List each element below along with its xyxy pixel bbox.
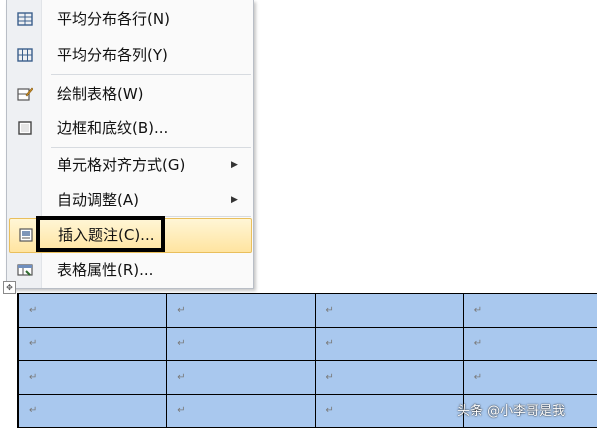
menu-item-autofit[interactable]: 自动调整(A) ▶ (7, 183, 253, 217)
menu-separator (51, 74, 251, 75)
table-cell[interactable]: ↵ (17, 326, 168, 361)
table-move-handle-icon[interactable]: ✥ (3, 281, 16, 294)
menu-item-table-properties[interactable]: 表格属性(R)... (7, 253, 253, 287)
submenu-arrow-icon: ▶ (231, 160, 238, 170)
menu-item-label: 绘制表格(W) (57, 85, 144, 103)
table-cell[interactable]: ↵ (314, 326, 464, 361)
table-cell[interactable]: ↵ (17, 393, 168, 428)
table-row: ↵ ↵ ↵ ↵ (17, 326, 597, 361)
table-cell[interactable]: ↵ (17, 293, 168, 328)
table-cell[interactable]: ↵ (462, 326, 597, 361)
table-cell[interactable]: ↵ (17, 360, 168, 395)
submenu-arrow-icon: ▶ (231, 195, 238, 205)
table-row: ↵ ↵ ↵ ↵ (17, 293, 597, 328)
table-cell[interactable]: ↵ (166, 360, 316, 395)
table-properties-icon (16, 261, 34, 279)
table-cell[interactable]: ↵ (462, 293, 597, 328)
menu-item-borders-shading[interactable]: 边框和底纹(B)... (7, 111, 253, 145)
table-cell[interactable]: ↵ (166, 393, 316, 428)
menu-item-label: 平均分布各行(N) (57, 10, 170, 28)
draw-table-icon (16, 85, 34, 103)
watermark-text: 头条 @小李哥是我 (457, 404, 566, 419)
table-row: ↵ ↵ ↵ ↵ (17, 360, 597, 395)
menu-item-distribute-rows[interactable]: 平均分布各行(N) (7, 2, 253, 36)
table-cell[interactable]: ↵ (314, 393, 464, 428)
distribute-columns-icon (16, 46, 34, 64)
menu-item-distribute-columns[interactable]: 平均分布各列(Y) (7, 38, 253, 72)
table-cell[interactable]: ↵ (166, 326, 316, 361)
table-cell[interactable]: ↵ (314, 293, 464, 328)
menu-item-label: 单元格对齐方式(G) (57, 156, 186, 174)
menu-item-label: 表格属性(R)... (57, 261, 154, 279)
insert-caption-icon (17, 226, 35, 244)
menu-item-label: 边框和底纹(B)... (57, 119, 169, 137)
borders-shading-icon (16, 119, 34, 137)
menu-item-draw-table[interactable]: 绘制表格(W) (7, 77, 253, 111)
table-cell[interactable]: ↵ (314, 360, 464, 395)
menu-item-label: 平均分布各列(Y) (57, 46, 168, 64)
table-cell[interactable]: ↵ (462, 360, 597, 395)
menu-item-cell-alignment[interactable]: 单元格对齐方式(G) ▶ (7, 148, 253, 182)
distribute-rows-icon (16, 10, 34, 28)
table-cell[interactable]: ↵ (166, 293, 316, 328)
menu-item-label: 自动调整(A) (57, 191, 139, 209)
highlight-callout-box (36, 216, 165, 252)
